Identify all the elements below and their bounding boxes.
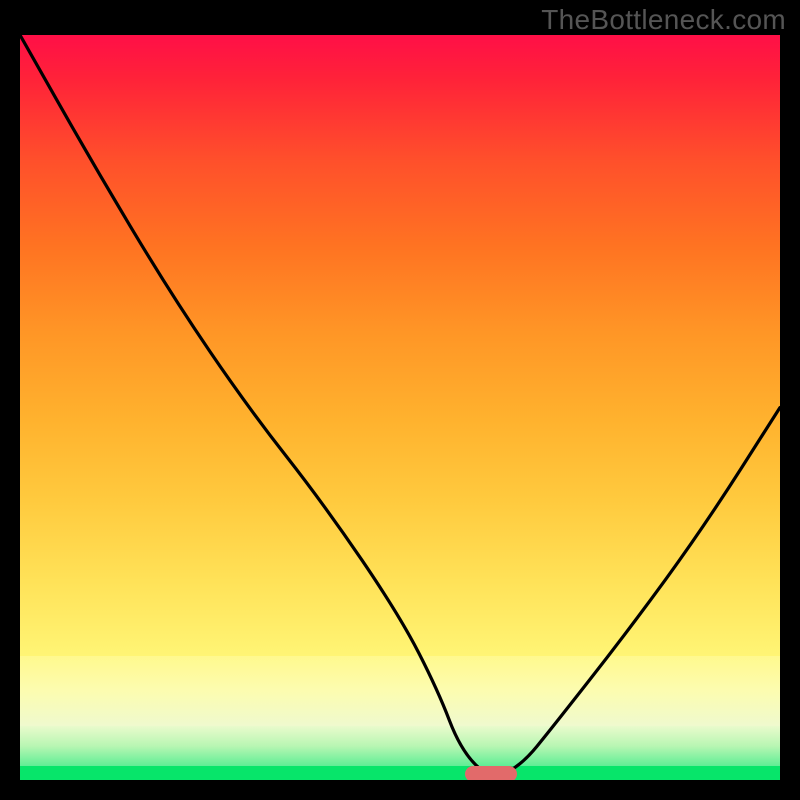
bottleneck-curve (20, 35, 780, 780)
plot-area (20, 35, 780, 780)
watermark-text: TheBottleneck.com (541, 4, 786, 36)
optimal-marker (465, 766, 517, 780)
chart-container: TheBottleneck.com (0, 0, 800, 800)
